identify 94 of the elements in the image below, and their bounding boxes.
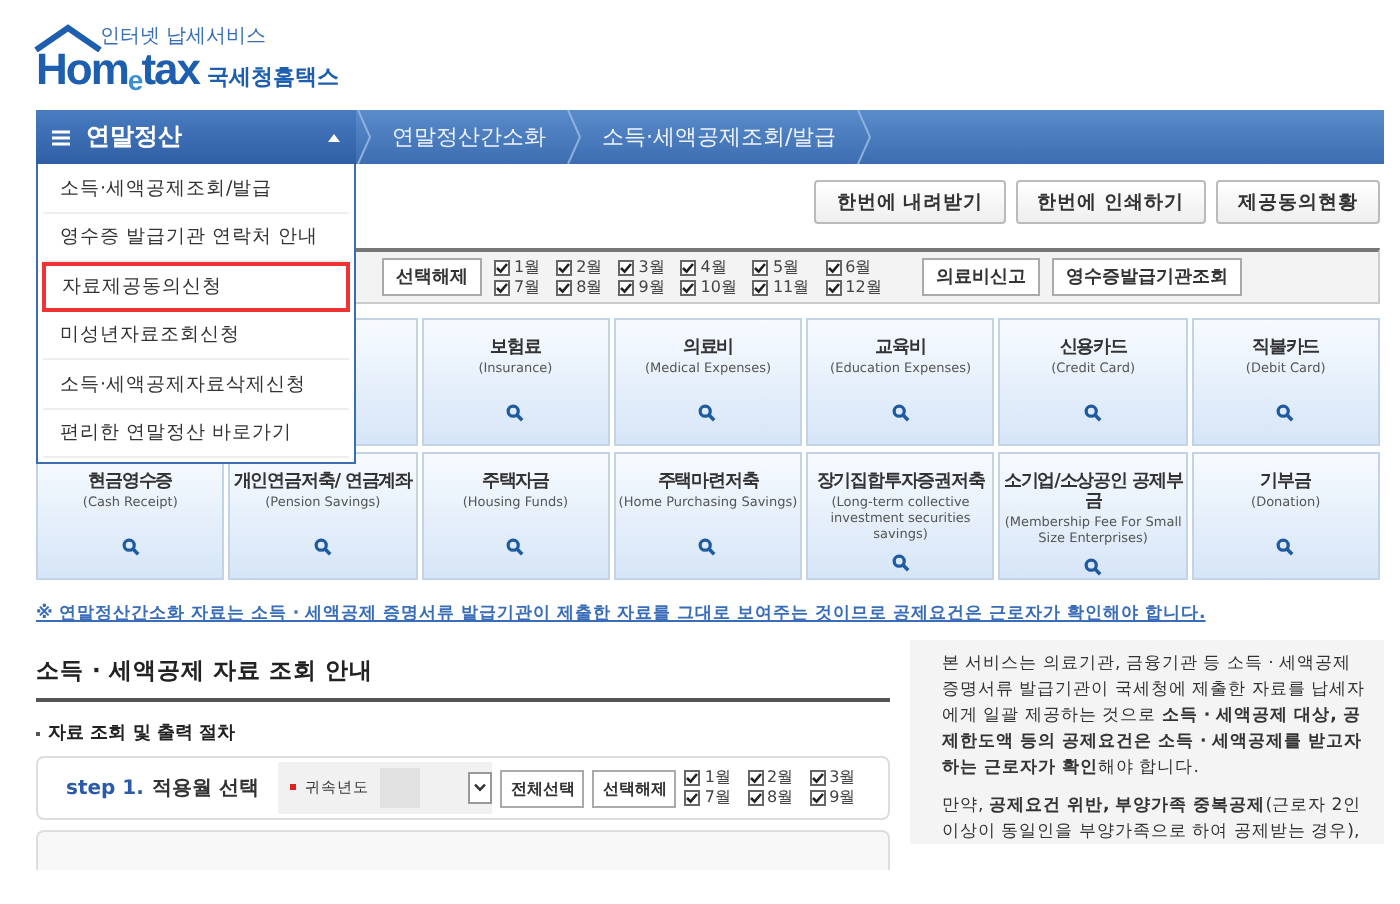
menu-item[interactable]: 미성년자료조회신청 [42, 311, 350, 360]
checkbox[interactable] [825, 279, 842, 295]
search-icon [1276, 404, 1295, 422]
tile-title: 의료비 [682, 338, 734, 358]
logo-tagline: 인터넷 납세서비스 [100, 24, 267, 50]
tile-title: 주택자금 [481, 472, 549, 492]
month-label: 3월 [829, 768, 856, 788]
search-icon [891, 404, 910, 422]
breadcrumb-link[interactable]: 소득·세액공제조회/발급 [582, 122, 857, 152]
month-label: 10월 [700, 277, 737, 297]
info-paragraph: 만약, 공제요건 위반, 부양가족 중복공제(근로자 2인 이상이 동일인을 부양가족으로 하여 공제받는 경우), [942, 794, 1363, 844]
step-number: step 1. [66, 777, 144, 799]
tile-title: 주택마련저축 [657, 472, 759, 492]
menu-item[interactable]: 소득·세액공제자료삭제신청 [42, 360, 350, 409]
tile-title: 보험료 [490, 338, 541, 358]
checkbox[interactable] [556, 279, 573, 295]
chevron-icon [356, 110, 372, 164]
month-label: 3월 [638, 257, 665, 277]
checkbox[interactable] [752, 259, 769, 275]
month-label: 2월 [767, 768, 794, 788]
tile-title: 소기업/소상공인 공제부금 [1001, 472, 1185, 512]
search-icon [1276, 538, 1295, 556]
action-button[interactable]: 제공동의현황 [1216, 180, 1380, 224]
chevron-icon [566, 110, 582, 164]
month-label: 6월 [845, 257, 872, 277]
filter-button[interactable]: 의료비신고 [921, 258, 1040, 296]
checkbox[interactable] [494, 259, 510, 275]
month-label: 2월 [576, 257, 603, 277]
house-roof-icon [32, 24, 104, 52]
search-icon [891, 554, 910, 572]
month-label: 8월 [767, 788, 794, 808]
search-icon [698, 538, 717, 556]
checkbox[interactable] [809, 790, 826, 806]
checkbox[interactable] [494, 279, 510, 295]
subheading: 자료 조회 및 출력 절차 [48, 721, 236, 746]
month-label: 9월 [829, 788, 856, 808]
clear-button[interactable]: 선택해제 [382, 258, 482, 296]
action-button[interactable]: 한번에 인쇄하기 [1015, 180, 1206, 224]
checkbox[interactable] [680, 279, 697, 295]
month-label: 8월 [576, 277, 603, 297]
step-title: 적용월 선택 [151, 776, 259, 802]
checkbox[interactable] [556, 259, 573, 275]
tile-title: 교육비 [875, 338, 926, 358]
month-label: 9월 [638, 277, 665, 297]
tile-title: 기부금 [1260, 472, 1311, 492]
search-icon [506, 404, 525, 422]
tile-title: 신용카드 [1059, 338, 1127, 358]
checkbox[interactable] [684, 770, 701, 786]
chevron-icon [856, 110, 873, 164]
section-heading: 소득 · 세액공제 자료 조회 안내 [36, 656, 890, 702]
checkbox[interactable] [618, 259, 635, 275]
menu-title: 연말정산 [86, 120, 184, 154]
menu-item[interactable]: 자료제공동의신청 [42, 262, 350, 311]
checkbox[interactable] [618, 279, 635, 295]
logo-wordmark[interactable]: Hom$_{e}$tax [36, 48, 199, 94]
checkbox[interactable] [684, 790, 701, 806]
breadcrumb-link[interactable]: 연말정산간소화 [372, 122, 566, 152]
tile-title: 직불카드 [1252, 338, 1320, 358]
tile-title: 장기집합투자증권저축 [816, 472, 985, 492]
month-label: 1월 [704, 768, 731, 788]
month-label: 5월 [772, 257, 800, 277]
checkbox[interactable] [747, 770, 763, 786]
search-icon [506, 538, 525, 556]
checkbox[interactable] [752, 279, 769, 295]
month-label: 4월 [700, 257, 727, 277]
search-icon [1084, 558, 1103, 576]
select-button[interactable]: 선택해제 [592, 769, 677, 807]
filter-button[interactable]: 영수증발급기관조회 [1051, 258, 1242, 296]
notice-link[interactable]: ※ 연말정산간소화 자료는 소득 · 세액공제 증명서류 발급기관이 제출한 자료를 그대로 보여주는 것이므로 공제요건은 근로자가 확인해야 합니다. [36, 602, 1400, 626]
month-label: 1월 [514, 257, 541, 277]
search-icon [1084, 404, 1103, 422]
month-label: 7월 [514, 277, 541, 297]
month-label: 7월 [704, 788, 731, 808]
search-icon [121, 538, 140, 556]
checkbox[interactable] [747, 790, 763, 806]
logo-name: 국세청홈택스 [206, 62, 339, 92]
tile-title: 개인연금저축/ 연금계좌 [233, 472, 413, 492]
menu-item[interactable]: 소득·세액공제조회/발급 [42, 164, 350, 213]
menu-item[interactable]: 편리한 연말정산 바로가기 [42, 409, 350, 458]
action-button[interactable]: 한번에 내려받기 [814, 180, 1006, 224]
checkbox[interactable] [825, 259, 842, 275]
month-label: 11월 [772, 277, 810, 297]
month-label: 12월 [845, 277, 882, 297]
tile-title: 현금영수증 [88, 472, 173, 492]
search-icon [313, 538, 332, 556]
checkbox[interactable] [809, 770, 826, 786]
info-paragraph: 본 서비스는 의료기관, 금융기관 등 소득 · 세액공제 증명서류 발급기관이 국세청에 제출한 자료를 납세자에게 일괄 제공하는 것으로 소득 · 세액공제 대상, 공제한도액 등의 공제요건은 소득 · 세액공제를 받고자 하는 근로자가 확인해야 합니다. [942, 652, 1368, 782]
menu-header[interactable]: 연말정산 [36, 110, 356, 164]
search-icon [698, 404, 717, 422]
dropdown-icon[interactable] [468, 772, 493, 804]
menu-icon [52, 129, 70, 145]
checkbox[interactable] [680, 259, 697, 275]
select-button[interactable]: 전체선택 [500, 769, 585, 807]
menu-item[interactable]: 영수증 발급기관 연락처 안내 [42, 213, 350, 262]
